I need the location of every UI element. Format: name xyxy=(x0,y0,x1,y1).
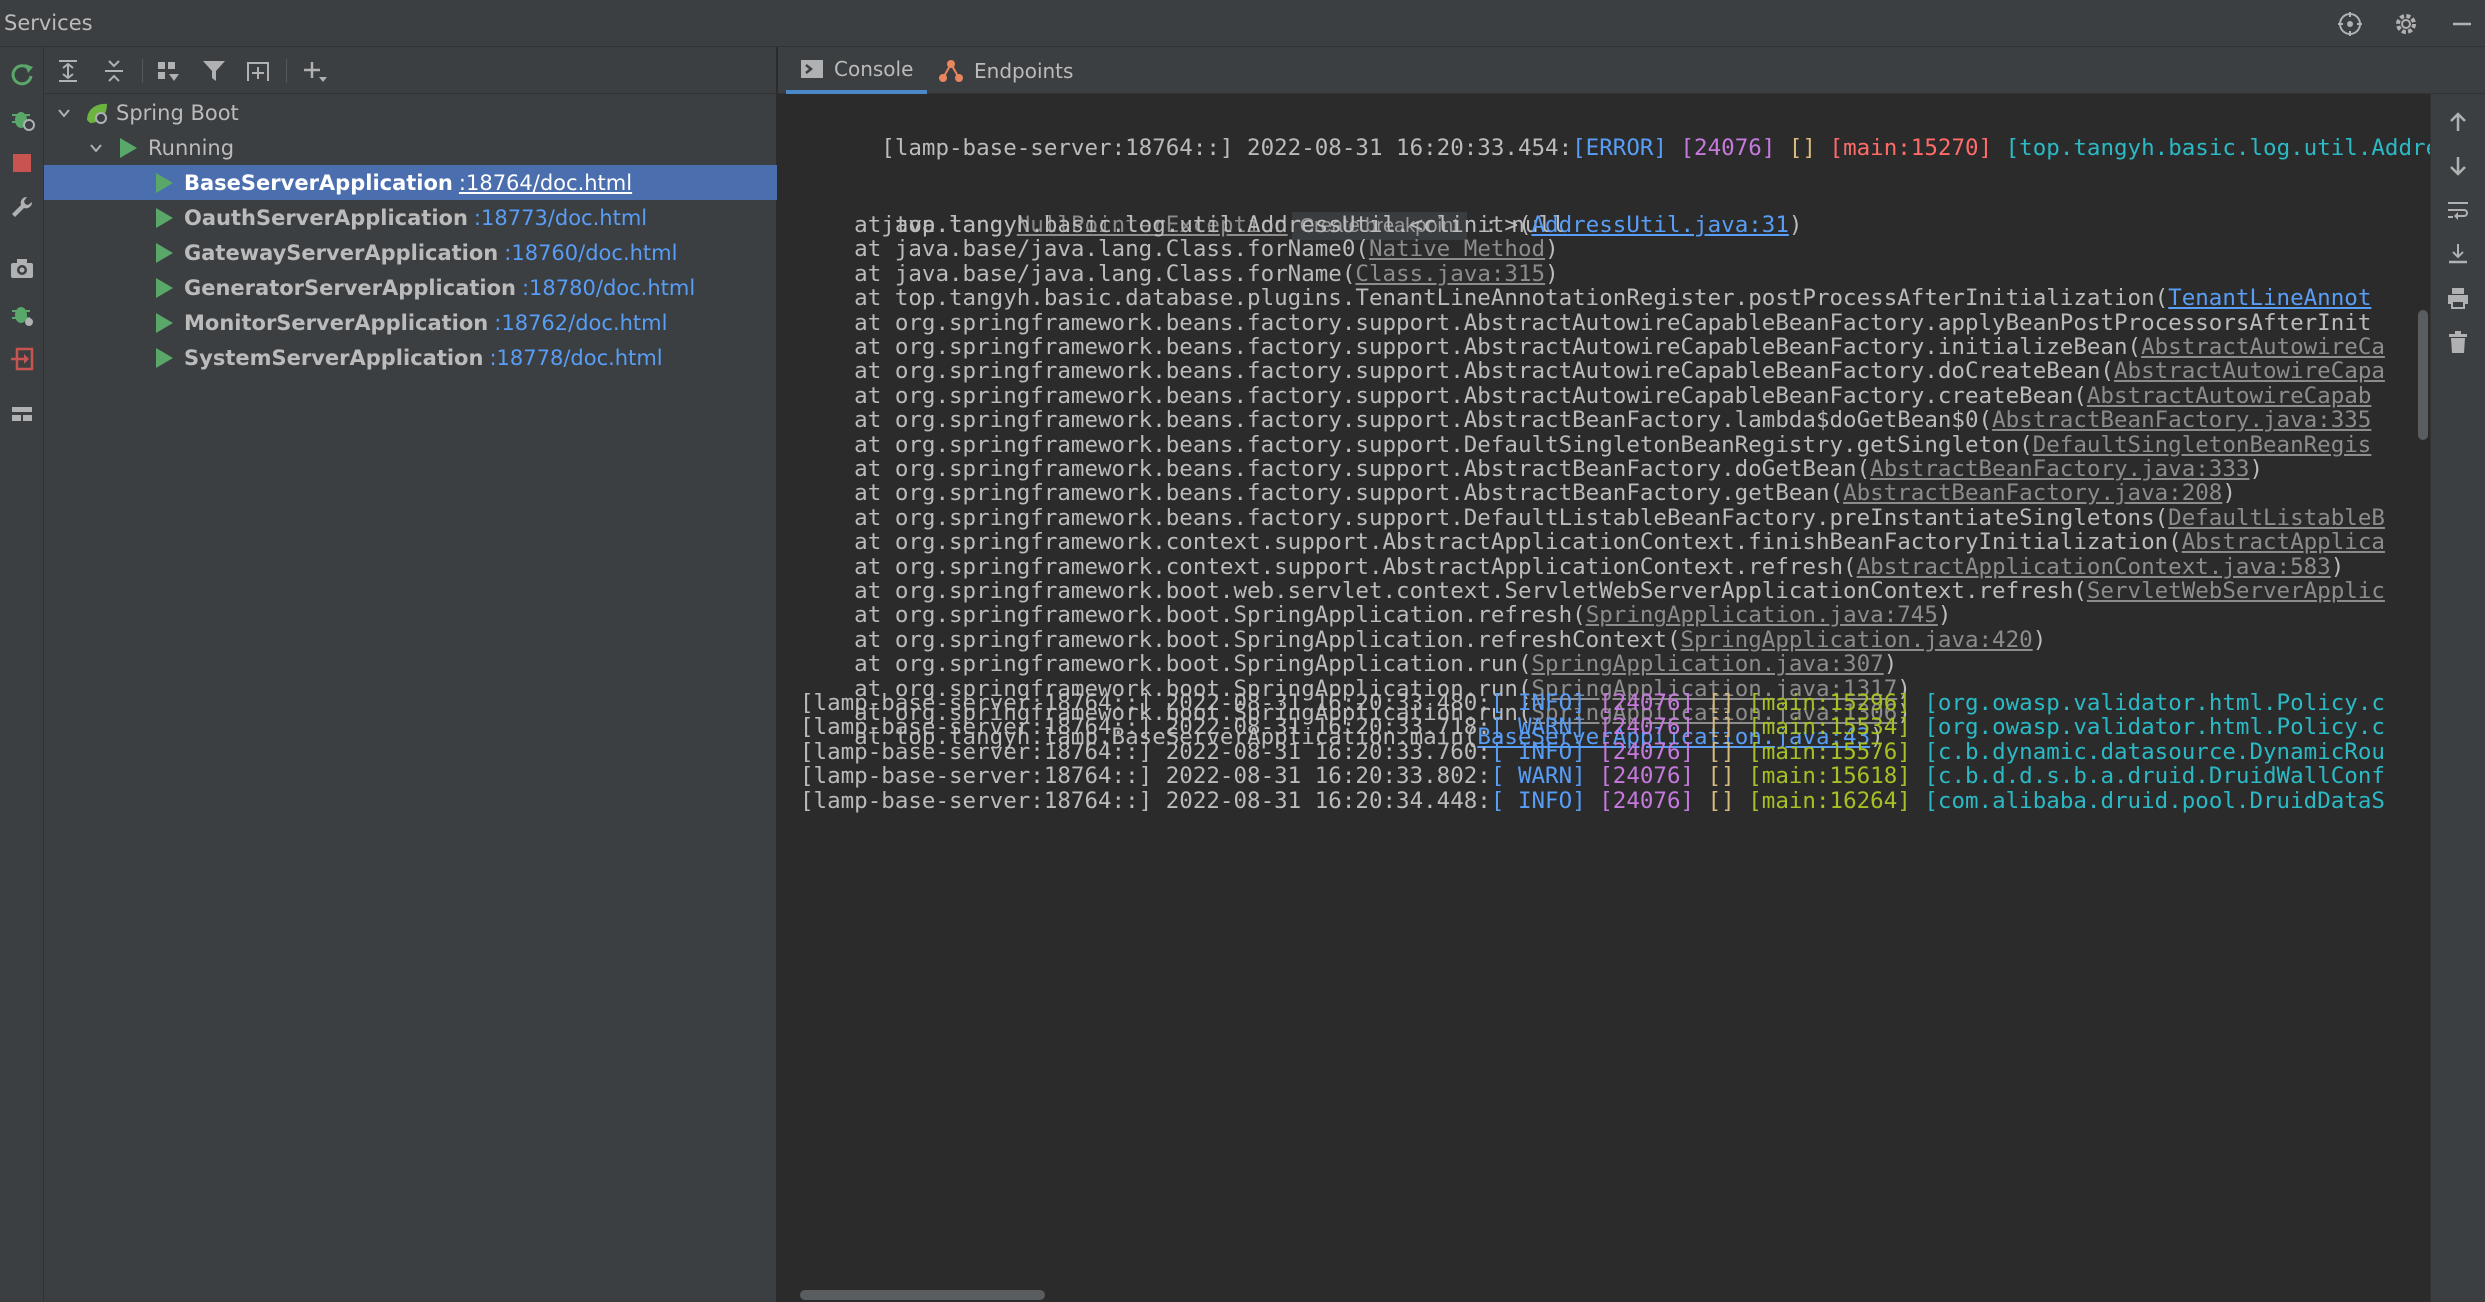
console-right-toolbar xyxy=(2430,94,2485,1302)
tree-item-generator-server[interactable]: GeneratorServerApplication :18780/doc.ht… xyxy=(44,270,777,305)
wrench-icon[interactable] xyxy=(5,190,39,224)
app-name: GeneratorServerApplication xyxy=(184,275,516,300)
app-name: GatewayServerApplication xyxy=(184,240,499,265)
log-pid: [24076] xyxy=(1680,135,1776,161)
services-tree-panel: Spring Boot Running BaseServerApplicatio… xyxy=(44,47,777,1302)
log-thread: [main:16264] xyxy=(1748,787,1911,814)
tab-endpoints[interactable]: Endpoints xyxy=(924,47,1087,94)
expand-all-icon[interactable] xyxy=(52,55,84,87)
tree-item-oauth-server[interactable]: OauthServerApplication :18773/doc.html xyxy=(44,200,777,235)
doc-link[interactable]: :18760/doc.html xyxy=(504,241,677,265)
minimize-icon[interactable] xyxy=(2447,9,2477,39)
console-icon xyxy=(800,59,824,79)
log-logger: [top.tangyh.basic.log.util.Addres xyxy=(2005,135,2430,161)
app-name: BaseServerApplication xyxy=(184,170,453,195)
new-tab-icon[interactable] xyxy=(242,55,274,87)
debug-bug-icon[interactable] xyxy=(5,297,39,331)
doc-link[interactable]: :18780/doc.html xyxy=(522,276,695,300)
console-tab-bar: Console Endpoints xyxy=(778,47,2485,94)
camera-icon[interactable] xyxy=(5,252,39,286)
doc-link[interactable]: :18762/doc.html xyxy=(494,311,667,335)
filter-icon[interactable] xyxy=(198,55,230,87)
log-prefix: [lamp-base-server:18764::] 2022-08-31 16… xyxy=(881,135,1573,161)
tree-root-label: Spring Boot xyxy=(116,100,239,125)
tree-node-spring-boot[interactable]: Spring Boot xyxy=(44,95,777,130)
add-icon[interactable] xyxy=(298,55,330,87)
left-action-strip xyxy=(0,47,44,1302)
debug-icon[interactable] xyxy=(5,101,39,135)
soft-wrap-icon[interactable] xyxy=(2442,194,2474,226)
crosshair-icon[interactable] xyxy=(2335,9,2365,39)
chevron-down-icon[interactable] xyxy=(86,138,106,158)
stop-icon[interactable] xyxy=(5,146,39,180)
tree-item-base-server[interactable]: BaseServerApplication :18764/doc.html xyxy=(44,165,777,200)
log-level: [ INFO] xyxy=(1490,787,1586,814)
services-window: Services Spring Boot Running BaseServerA… xyxy=(0,0,2485,1302)
vertical-scrollbar[interactable] xyxy=(2418,310,2428,440)
horizontal-scrollbar[interactable] xyxy=(800,1290,1045,1300)
window-title: Services xyxy=(4,11,93,35)
down-arrow-icon[interactable] xyxy=(2442,150,2474,182)
title-bar: Services xyxy=(0,0,2485,47)
endpoints-icon xyxy=(938,59,964,83)
log-pid: [24076] xyxy=(1599,787,1695,814)
run-icon xyxy=(154,277,174,299)
run-icon xyxy=(154,242,174,264)
log-ctx: [] xyxy=(1788,135,1816,161)
exit-icon[interactable] xyxy=(5,342,39,376)
stack-frame-end: ) xyxy=(1788,212,1803,238)
app-name: MonitorServerApplication xyxy=(184,310,489,335)
stack-frame-end: ) xyxy=(2249,456,2263,482)
log-thread: [main:15270] xyxy=(1829,135,1993,161)
log-prefix: [lamp-base-server:18764::] 2022-08-31 16… xyxy=(800,787,1491,814)
stack-frame-end: ) xyxy=(2032,626,2047,653)
print-icon[interactable] xyxy=(2442,282,2474,314)
rerun-icon[interactable] xyxy=(5,57,39,91)
log-line-error: [lamp-base-server:18764::] 2022-08-31 16… xyxy=(800,94,2430,161)
tab-console-label: Console xyxy=(834,56,914,81)
tree-item-monitor-server[interactable]: MonitorServerApplication :18762/doc.html xyxy=(44,305,777,340)
run-icon xyxy=(154,172,174,194)
run-icon xyxy=(154,207,174,229)
trash-icon[interactable] xyxy=(2442,326,2474,358)
tree-group-label: Running xyxy=(148,135,235,160)
tab-endpoints-label: Endpoints xyxy=(974,58,1074,83)
gear-icon[interactable] xyxy=(2391,9,2421,39)
title-bar-tools xyxy=(2335,0,2477,47)
tab-console[interactable]: Console xyxy=(786,47,928,94)
scroll-to-end-icon[interactable] xyxy=(2442,238,2474,270)
exception-line: java.lang.NullPointerException Create bre… xyxy=(800,171,1566,240)
doc-link[interactable]: :18764/doc.html xyxy=(459,171,632,195)
layout-icon[interactable] xyxy=(5,397,39,431)
log-logger: [com.alibaba.druid.pool.DruidDataS xyxy=(1924,787,2385,814)
log-line: [lamp-base-server:18764::] 2022-08-31 16… xyxy=(800,783,2385,819)
run-icon xyxy=(154,347,174,369)
tree-item-system-server[interactable]: SystemServerApplication :18778/doc.html xyxy=(44,340,777,375)
app-name: SystemServerApplication xyxy=(184,345,484,370)
log-ctx: [] xyxy=(1707,787,1735,814)
tree-toolbar xyxy=(44,47,777,94)
source-link[interactable]: ServletWebServerApplic xyxy=(2087,578,2385,604)
log-level: [ERROR] xyxy=(1572,135,1667,161)
app-name: OauthServerApplication xyxy=(184,205,468,230)
tree-node-running[interactable]: Running xyxy=(44,130,777,165)
up-arrow-icon[interactable] xyxy=(2442,106,2474,138)
spring-boot-icon xyxy=(84,100,110,126)
run-icon xyxy=(154,312,174,334)
run-icon xyxy=(118,137,138,159)
source-link[interactable]: AddressUtil.java:31 xyxy=(1532,212,1789,238)
chevron-down-icon[interactable] xyxy=(54,103,74,123)
tree-item-gateway-server[interactable]: GatewayServerApplication :18760/doc.html xyxy=(44,235,777,270)
doc-link[interactable]: :18778/doc.html xyxy=(489,346,662,370)
console-output[interactable]: [lamp-base-server:18764::] 2022-08-31 16… xyxy=(778,94,2430,1302)
collapse-all-icon[interactable] xyxy=(98,55,130,87)
group-icon[interactable] xyxy=(152,55,184,87)
doc-link[interactable]: :18773/doc.html xyxy=(474,206,647,230)
